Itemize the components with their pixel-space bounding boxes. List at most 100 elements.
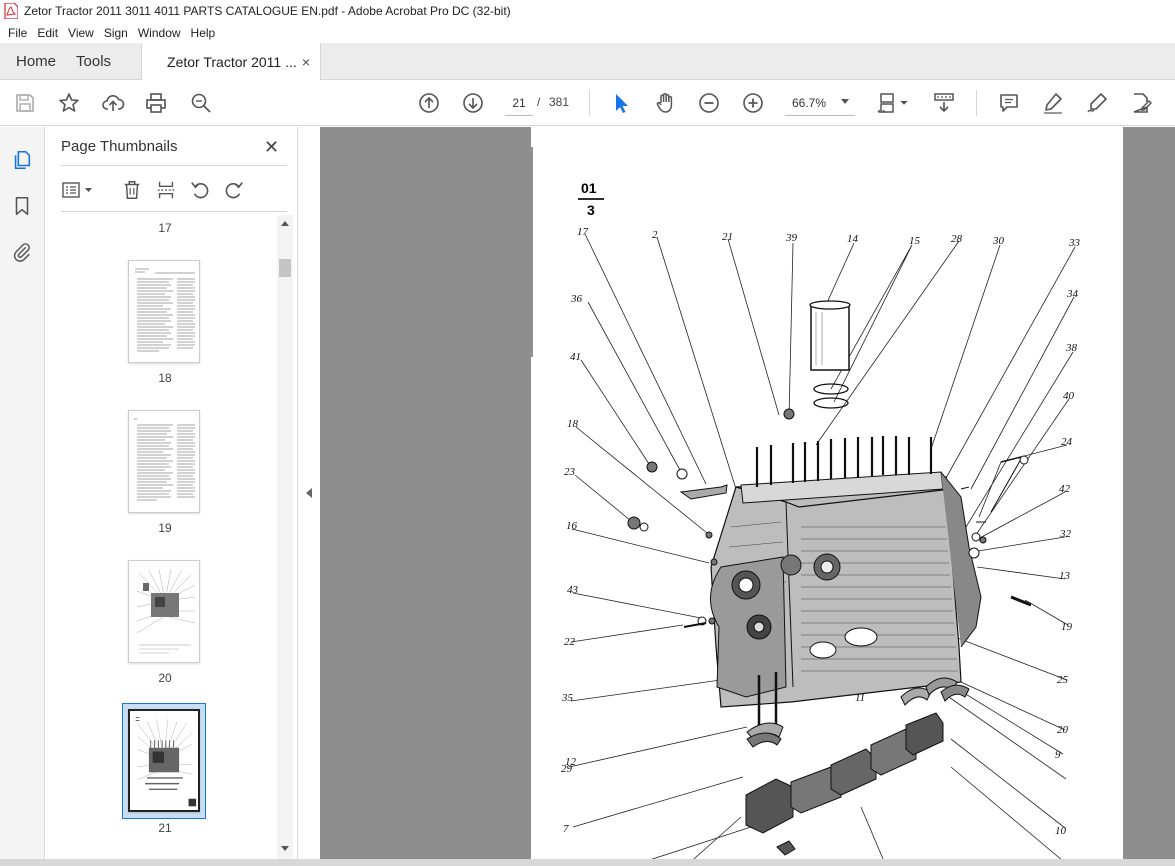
edit-pdf-icon[interactable] [1127,89,1155,117]
page-number-input[interactable] [505,90,533,116]
toolbar-divider [976,90,977,116]
tab-bar: Home Tools Zetor Tractor 2011 ... × [0,43,1175,80]
menu-help[interactable]: Help [186,26,221,40]
thumbnail-label: 21 [158,821,172,835]
page-down-icon[interactable] [459,89,487,117]
thumbnail-scrollbar[interactable] [277,215,293,860]
collapse-panel-icon[interactable] [306,488,312,498]
menu-bar: File Edit View Sign Window Help [0,22,1175,43]
zoom-select[interactable]: 66.7% [785,90,855,116]
page-thumbnail[interactable] [128,410,200,513]
scroll-thumb[interactable] [279,259,291,277]
exploded-engine-diagram: 01 3 17 2 21 39 14 15 28 30 3336 3441381… [531,147,1081,866]
comment-icon[interactable] [995,89,1023,117]
menu-view[interactable]: View [63,26,99,40]
callout-label: 7 [563,823,569,835]
text-page-preview-icon [135,268,195,352]
rotate-ccw-icon[interactable] [187,177,213,203]
callout-label: 24 [1061,436,1073,448]
pdf-page: 01 3 17 2 21 39 14 15 28 30 33 36 34 41 … [531,127,1123,866]
hand-icon[interactable] [651,89,679,117]
tab-document-label: Zetor Tractor 2011 ... [167,53,296,70]
page-thumbnails-icon[interactable] [10,148,34,172]
callout-label: 14 [847,233,859,245]
attachments-icon[interactable] [10,240,34,264]
options-menu-icon[interactable] [61,177,97,203]
callout-label: 19 [1061,621,1073,633]
tab-tools[interactable]: Tools [72,43,127,79]
thumbnails-panel: Page Thumbnails ✕ 17 18 19 20 21 [45,127,298,866]
sign-icon[interactable] [1083,89,1111,117]
diagram-page-preview-icon [136,568,196,654]
window-titlebar: Zetor Tractor 2011 3011 4011 PARTS CATAL… [0,0,1175,22]
callout-label: 28 [951,233,963,245]
panel-title: Page Thumbnails [61,138,178,155]
callout-label: 38 [1065,342,1078,354]
bearing-caps [745,677,970,856]
callout-label: 2 [652,229,658,241]
bookmark-star-icon[interactable] [55,89,83,117]
page-separator: / [537,95,541,109]
upload-icon[interactable] [99,89,127,117]
thumbnail-label: 20 [158,671,172,685]
callout-label: 17 [577,226,589,238]
callout-label: 29 [561,763,573,775]
chevron-down-icon [841,99,849,104]
zoom-in-icon[interactable] [739,89,767,117]
menu-window[interactable]: Window [133,26,186,40]
highlight-icon[interactable] [1039,89,1067,117]
callout-label: 32 [1059,528,1072,540]
scroll-mode-icon[interactable] [930,89,958,117]
tab-close-icon[interactable]: × [302,54,310,70]
callout-label: 35 [561,692,574,704]
callout-label: 11 [855,692,865,704]
page-thumbnail-selected[interactable] [128,709,200,812]
fit-page-icon[interactable] [874,89,912,117]
panel-divider [61,211,287,212]
thumbnail-list: 17 18 19 20 21 [45,215,277,860]
print-icon[interactable] [142,89,170,117]
acrobat-icon [4,3,18,19]
thumbnail-label: 19 [158,521,172,535]
callout-label: 30 [992,235,1005,247]
thumbnail-label: 18 [158,371,172,385]
menu-edit[interactable]: Edit [32,26,63,40]
select-cursor-icon[interactable] [607,89,635,117]
horizontal-scrollbar[interactable] [0,859,1175,866]
rotate-cw-icon[interactable] [221,177,247,203]
document-viewer[interactable]: 01 3 17 2 21 39 14 15 28 30 33 36 34 41 … [320,127,1175,866]
callout-label: 41 [570,351,581,363]
panel-close-icon[interactable]: ✕ [264,137,279,158]
scroll-down-icon[interactable] [281,846,289,851]
section-number-top: 01 [581,180,597,196]
thumbnail-label: 17 [158,221,172,235]
diagram-page-preview-icon [135,717,197,807]
menu-file[interactable]: File [3,26,32,40]
zoom-out-icon[interactable] [695,89,723,117]
callout-label: 10 [1055,825,1067,837]
tab-document[interactable]: Zetor Tractor 2011 ... × [141,43,322,80]
callout-label: 39 [785,232,798,244]
zoom-search-icon[interactable] [187,89,215,117]
text-page-preview-icon [134,418,195,501]
callout-label: 22 [564,636,576,648]
save-icon[interactable] [11,89,39,117]
scroll-up-icon[interactable] [281,221,289,226]
page-thumbnail[interactable] [128,260,200,363]
callout-label: 13 [1059,570,1071,582]
insert-page-icon[interactable] [153,177,179,203]
delete-icon[interactable] [119,177,145,203]
page-total: 381 [549,95,570,109]
menu-sign[interactable]: Sign [99,26,133,40]
callout-label: 21 [722,231,733,243]
cylinder-liner [809,300,851,409]
callout-label: 9 [1055,749,1061,761]
page-up-icon[interactable] [415,89,443,117]
bookmarks-icon[interactable] [10,194,34,218]
page-thumbnail[interactable] [128,560,200,663]
callout-label: 33 [1068,237,1081,249]
tab-home[interactable]: Home [0,43,72,79]
callout-label: 34 [1066,288,1079,300]
callout-label: 42 [1059,483,1071,495]
callout-label: 20 [1057,724,1069,736]
